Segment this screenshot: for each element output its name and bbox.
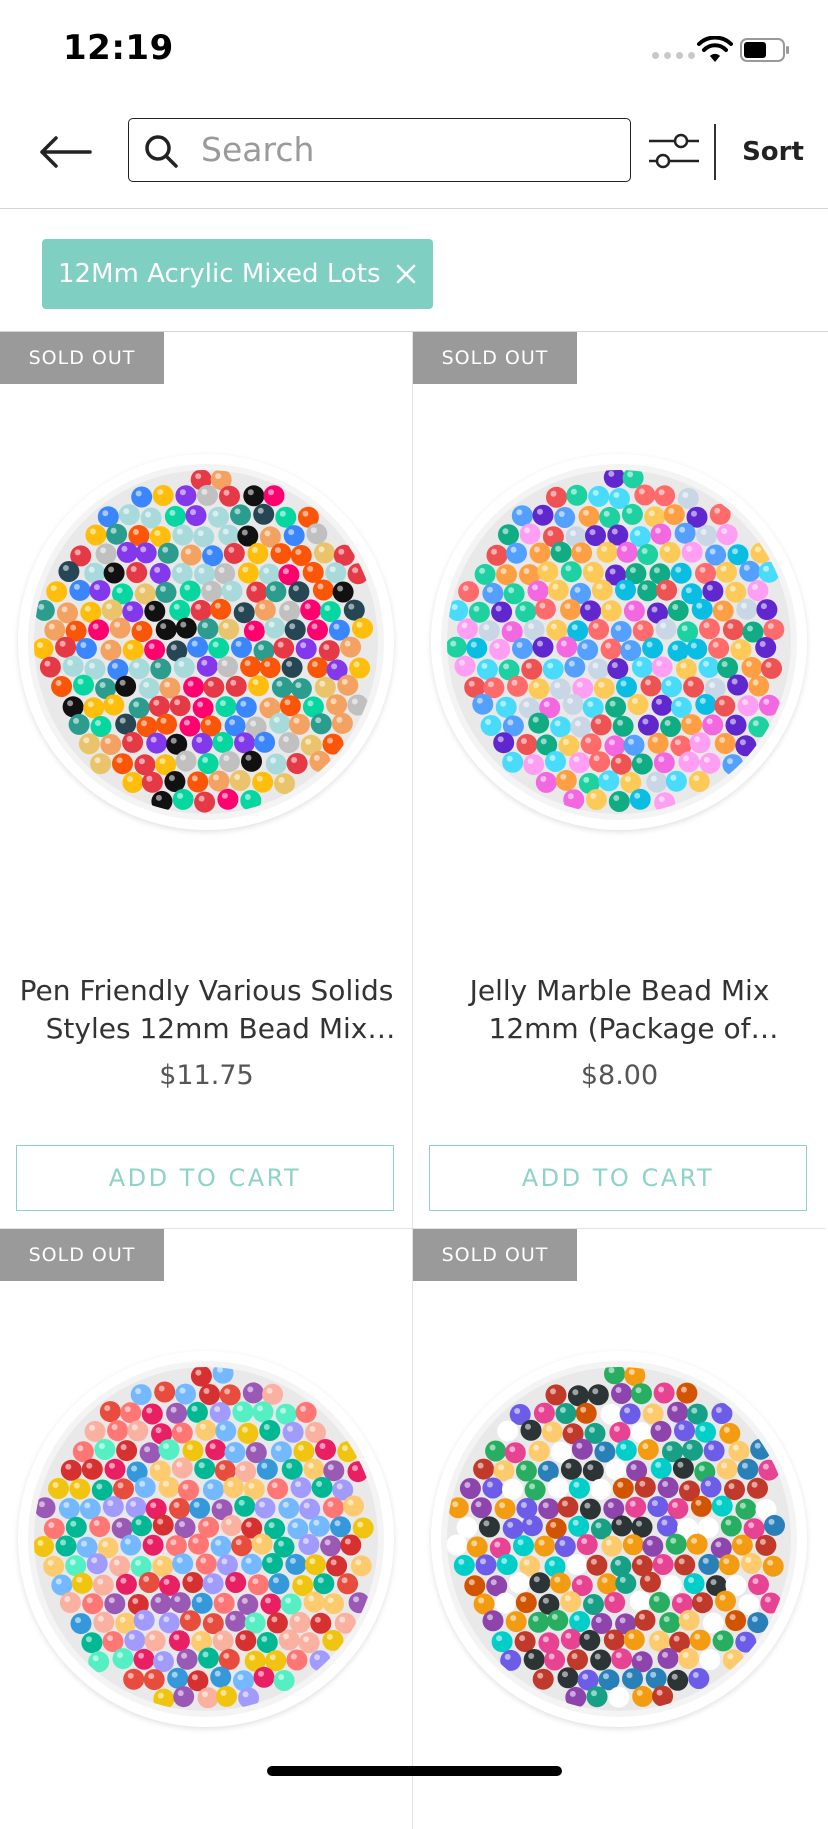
search-bar[interactable] [128, 118, 631, 182]
product-image[interactable] [18, 454, 394, 830]
search-input[interactable] [201, 119, 611, 180]
sold-out-badge: SOLD OUT [0, 332, 164, 384]
product-card: SOLD OUT [413, 1229, 826, 1829]
active-filters: 12Mm Acrylic Mixed Lots [0, 209, 828, 332]
product-card: SOLD OUT Jelly Marble Bead Mix 12mm (Pac… [413, 332, 826, 1229]
sold-out-badge: SOLD OUT [413, 1229, 577, 1281]
sold-out-badge: SOLD OUT [413, 332, 577, 384]
add-to-cart-button[interactable]: ADD TO CART [429, 1145, 807, 1211]
product-image[interactable] [431, 1351, 807, 1727]
search-icon [145, 135, 178, 168]
sold-out-badge: SOLD OUT [0, 1229, 164, 1281]
bead-bowl-image [447, 1367, 791, 1711]
product-image[interactable] [18, 1351, 394, 1727]
battery-icon [740, 38, 789, 62]
bead-bowl-image [447, 470, 791, 814]
filter-chip[interactable]: 12Mm Acrylic Mixed Lots [42, 239, 433, 309]
product-price: $11.75 [159, 1060, 254, 1091]
filter-sliders-icon[interactable] [647, 125, 701, 177]
back-arrow-icon[interactable] [36, 130, 94, 174]
sort-button[interactable]: Sort [728, 130, 818, 174]
add-to-cart-button[interactable]: ADD TO CART [16, 1145, 394, 1211]
bead-bowl-image [34, 1367, 378, 1711]
product-card: SOLD OUT [0, 1229, 413, 1829]
product-title[interactable]: Pen Friendly Various Solids Styles 12mm … [10, 972, 403, 1048]
product-card: SOLD OUT Pen Friendly Various Solids Sty… [0, 332, 413, 1229]
status-bar: 12:19 [0, 0, 828, 100]
cellular-signal-icon [652, 52, 695, 59]
search-header: Sort [0, 100, 828, 209]
status-time: 12:19 [63, 28, 174, 68]
product-image[interactable] [431, 454, 807, 830]
close-icon[interactable] [395, 263, 417, 285]
filter-chip-label: 12Mm Acrylic Mixed Lots [58, 259, 381, 289]
product-title[interactable]: Jelly Marble Bead Mix 12mm (Package of A… [423, 972, 816, 1048]
home-indicator [267, 1766, 562, 1776]
header-divider [714, 124, 716, 180]
product-price: $8.00 [580, 1060, 659, 1091]
bead-bowl-image [34, 470, 378, 814]
wifi-icon [697, 36, 733, 62]
